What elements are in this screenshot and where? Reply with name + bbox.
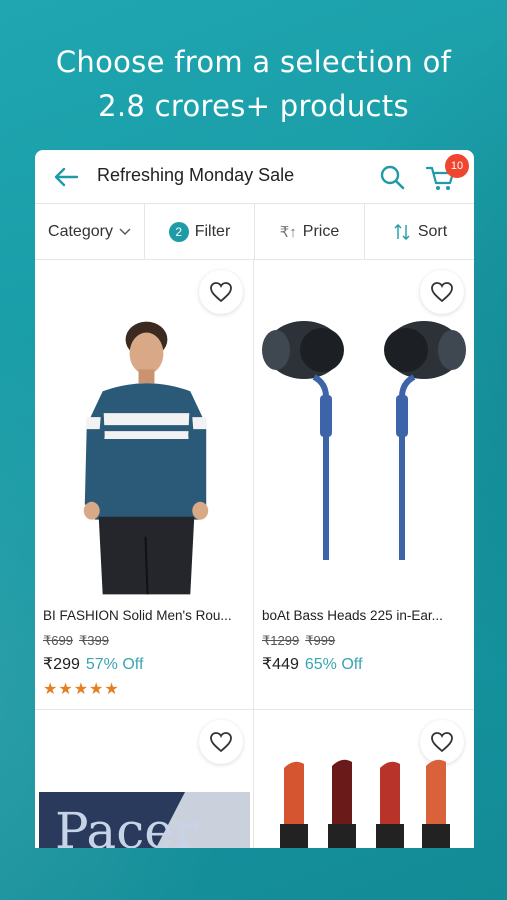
list-price: ₹999 <box>305 633 336 648</box>
heart-icon <box>431 282 453 303</box>
headline: Choose from a selection of 2.8 crores+ p… <box>0 40 507 128</box>
product-card[interactable] <box>254 710 474 848</box>
headline-line-2: 2.8 crores+ products <box>98 89 409 123</box>
filter-label: Filter <box>194 222 231 240</box>
selling-price: ₹449 <box>262 656 299 673</box>
price-sort-button[interactable]: ₹↑ Price <box>255 204 365 259</box>
product-name: boAt Bass Heads 225 in-Ear... <box>262 608 443 623</box>
rating-stars: ★★★★★ <box>43 681 120 698</box>
list-price: ₹399 <box>78 633 109 648</box>
book-cover-text: Pacer <box>55 802 198 848</box>
tshirt-product-image <box>83 321 209 595</box>
headline-line-1: Choose from a selection of <box>55 45 452 79</box>
sort-arrows-icon <box>394 223 410 240</box>
discount-label: 65% Off <box>304 656 363 673</box>
product-card[interactable]: Pacer <box>35 710 254 848</box>
earphones-product-image <box>262 321 466 560</box>
back-arrow-icon[interactable] <box>51 162 81 192</box>
app-screen: Refreshing Monday Sale 10 Category 2 Fil… <box>35 150 474 848</box>
sort-label: Sort <box>417 222 448 240</box>
mrp-price: ₹1299 <box>262 633 300 648</box>
discount-label: 57% Off <box>85 656 144 673</box>
filter-bar: Category 2 Filter ₹↑ Price Sort <box>35 204 474 260</box>
sort-button[interactable]: Sort <box>365 204 474 259</box>
app-bar: Refreshing Monday Sale 10 <box>35 150 474 204</box>
price-row: ₹299 57% Off <box>43 654 143 674</box>
chevron-down-icon <box>119 228 131 235</box>
book-product-image: Pacer <box>39 792 250 848</box>
product-card[interactable]: boAt Bass Heads 225 in-Ear... ₹1299 ₹999 … <box>254 260 474 710</box>
filter-button[interactable]: 2 Filter <box>145 204 255 259</box>
heart-icon <box>210 732 232 753</box>
lipsticks-product-image <box>280 759 450 848</box>
product-card[interactable]: BI FASHION Solid Men's Rou... ₹699 ₹399 ₹… <box>35 260 254 710</box>
heart-icon <box>431 732 453 753</box>
wishlist-button[interactable] <box>199 720 243 764</box>
product-grid: BI FASHION Solid Men's Rou... ₹699 ₹399 ₹… <box>35 260 474 848</box>
search-icon[interactable] <box>378 163 406 191</box>
price-row: ₹449 65% Off <box>262 654 362 674</box>
heart-icon <box>210 282 232 303</box>
category-label: Category <box>48 222 113 240</box>
category-dropdown[interactable]: Category <box>35 204 145 259</box>
price-label: Price <box>302 222 340 240</box>
filter-count-badge: 2 <box>168 221 189 242</box>
rupee-arrow-icon: ₹↑ <box>279 223 297 241</box>
selling-price: ₹299 <box>43 656 80 673</box>
original-prices: ₹699 ₹399 <box>43 633 115 649</box>
cart-count-badge: 10 <box>445 154 469 178</box>
page-title: Refreshing Monday Sale <box>97 165 295 185</box>
original-prices: ₹1299 ₹999 <box>262 633 341 649</box>
product-name: BI FASHION Solid Men's Rou... <box>43 608 232 623</box>
mrp-price: ₹699 <box>43 633 73 648</box>
